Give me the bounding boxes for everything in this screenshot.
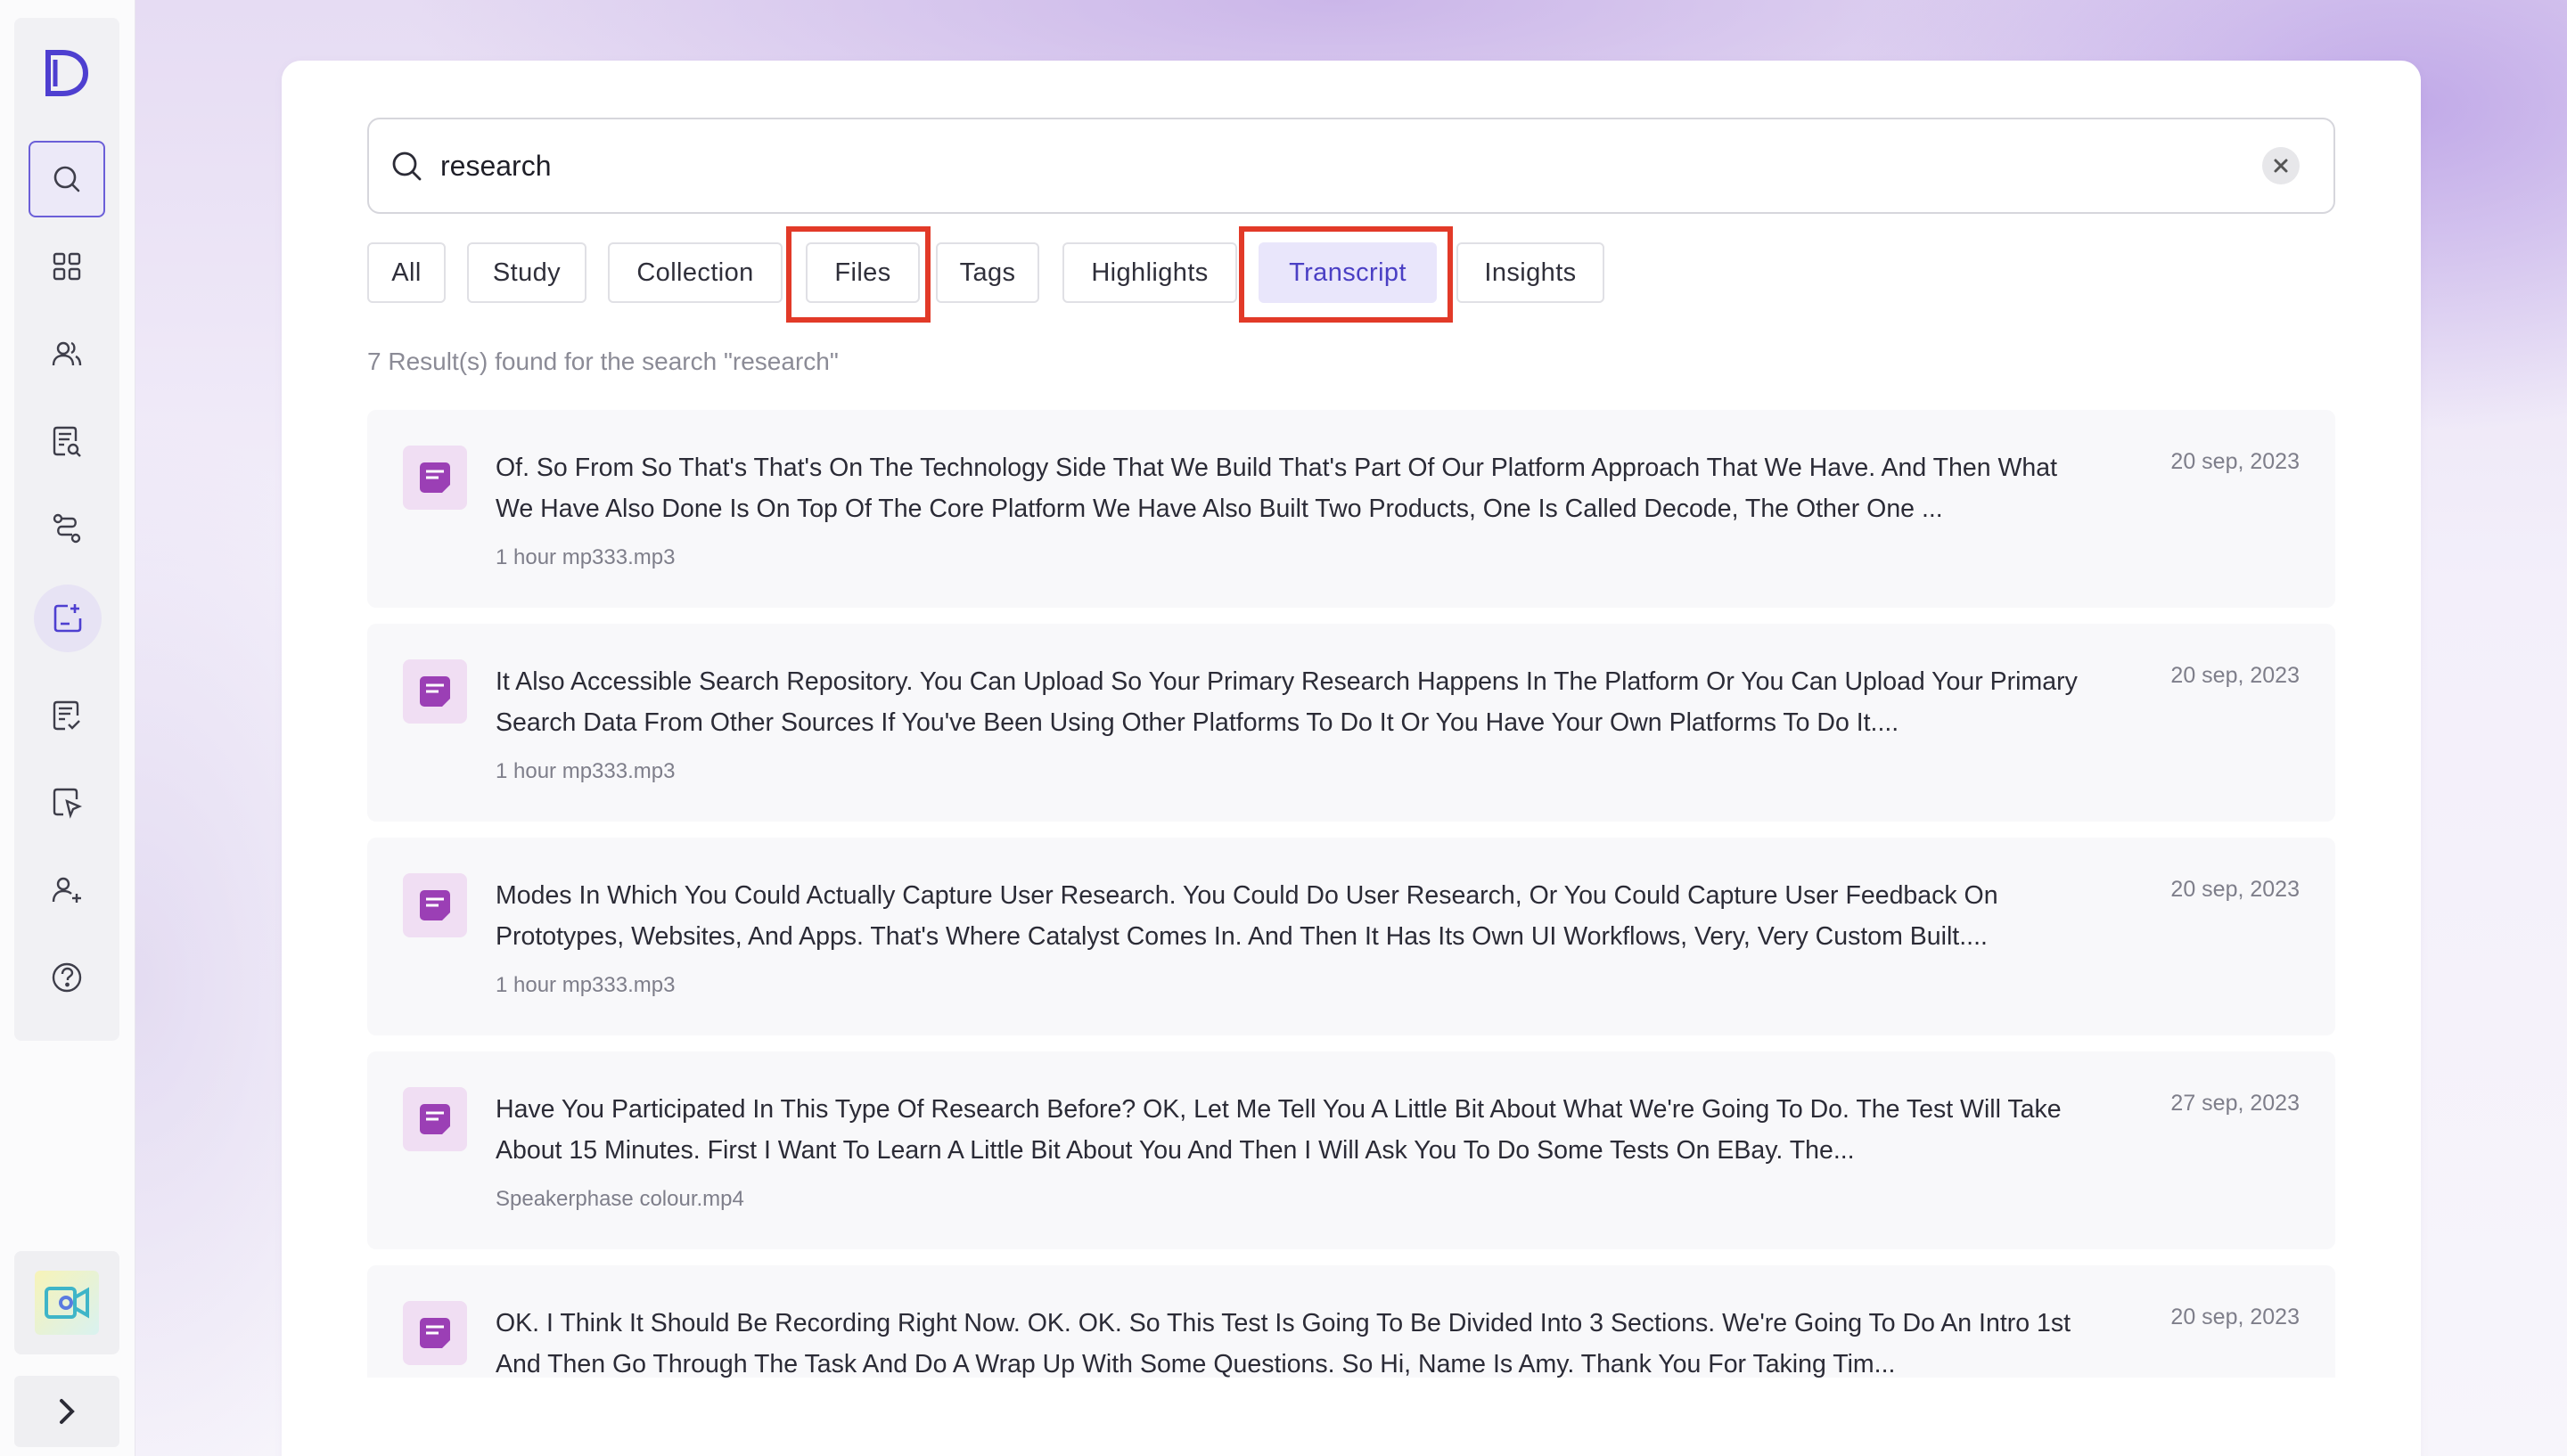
users-icon [52,341,82,366]
result-item[interactable]: Of. So From So That's That's On The Tech… [367,410,2335,608]
sidebar-item-participants[interactable] [29,315,105,392]
search-icon [387,146,426,185]
list-clip-area [282,1378,2421,1456]
search-bar [367,118,2335,214]
transcript-doc-icon [403,873,467,937]
result-snippet: OK. I Think It Should Be Recording Right… [496,1309,2071,1378]
result-snippet: Of. So From So That's That's On The Tech… [496,454,2058,523]
tab-tags[interactable]: Tags [936,242,1039,303]
transcript-doc-icon [403,446,467,510]
tab-all[interactable]: All [367,242,446,303]
search-icon [53,166,80,192]
result-date: 20 sep, 2023 [2170,449,2300,474]
result-date: 20 sep, 2023 [2170,663,2300,688]
search-input[interactable] [440,149,2262,183]
logo-icon [45,50,89,96]
result-date: 20 sep, 2023 [2170,877,2300,902]
sidebar-item-prototype-tests[interactable] [29,765,105,841]
transcript-doc-icon [403,1087,467,1151]
tab-highlights[interactable]: Highlights [1062,242,1237,303]
video-app-icon [45,1287,89,1319]
close-icon [2274,159,2288,173]
app-logo[interactable] [39,46,93,100]
workspace-logo [35,1271,99,1335]
sidebar-item-invite-user[interactable] [29,852,105,928]
clear-search-button[interactable] [2262,147,2300,184]
add-user-icon [52,877,81,903]
app-window: All Study Collection Files Tags Highligh… [0,0,2567,1456]
sidebar-expand-button[interactable] [14,1376,119,1447]
chevron-right-icon [60,1399,75,1424]
sidebar-item-dashboard[interactable] [29,228,105,305]
result-snippet: Have You Participated In This Type Of Re… [496,1095,2062,1165]
checklist-icon [53,700,80,731]
transcript-doc-icon [403,1301,467,1365]
sidebar-item-search[interactable] [29,141,105,217]
result-file: 1 hour mp333.mp3 [496,759,676,783]
route-icon [53,513,81,544]
highlight-box-files [786,226,931,323]
result-item[interactable]: Have You Participated In This Type Of Re… [367,1051,2335,1249]
result-date: 20 sep, 2023 [2170,1305,2300,1329]
tab-collection[interactable]: Collection [608,242,783,303]
search-results-panel: All Study Collection Files Tags Highligh… [282,61,2421,1456]
document-list-icon [53,426,81,457]
result-snippet: Modes In Which You Could Actually Captur… [496,881,1998,951]
result-file: Speakerphase colour.mp4 [496,1187,744,1211]
transcript-doc-icon [403,659,467,724]
sidebar-item-new-board[interactable] [34,585,102,652]
pointer-document-icon [53,788,83,819]
sidebar-item-tasks[interactable] [29,677,105,754]
tab-study[interactable]: Study [467,242,586,303]
help-icon [52,962,82,993]
tab-insights[interactable]: Insights [1456,242,1604,303]
add-board-icon [53,604,82,633]
sidebar-item-documents[interactable] [29,403,105,479]
sidebar-item-journeys[interactable] [29,490,105,567]
result-snippet: It Also Accessible Search Repository. Yo… [496,667,2078,737]
result-date: 27 sep, 2023 [2170,1091,2300,1116]
sidebar [0,0,135,1456]
result-file: 1 hour mp333.mp3 [496,545,676,569]
highlight-box-transcript [1239,226,1453,323]
workspace-app-tile[interactable] [14,1251,119,1354]
results-summary: 7 Result(s) found for the search "resear… [367,348,839,375]
sidebar-item-help[interactable] [29,939,105,1016]
result-file: 1 hour mp333.mp3 [496,973,676,997]
result-item[interactable]: Modes In Which You Could Actually Captur… [367,838,2335,1035]
grid-icon [53,252,81,281]
result-item[interactable]: It Also Accessible Search Repository. Yo… [367,624,2335,822]
